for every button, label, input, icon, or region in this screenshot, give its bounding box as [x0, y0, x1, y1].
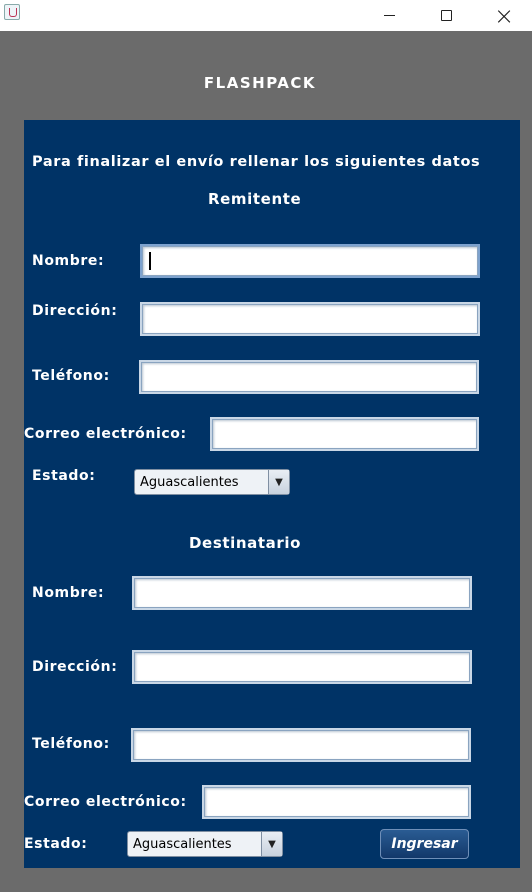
close-icon: × — [493, 1, 515, 30]
maximize-icon — [440, 10, 452, 21]
sender-heading: Remitente — [208, 190, 302, 208]
recipient-address-input[interactable] — [134, 652, 470, 682]
text-caret — [149, 252, 151, 270]
close-button[interactable]: × — [476, 0, 532, 31]
sender-state-select[interactable]: Aguascalientes ▼ — [134, 469, 290, 495]
chevron-down-icon[interactable]: ▼ — [268, 470, 289, 494]
recipient-phone-label: Teléfono: — [32, 736, 110, 752]
sender-email-input[interactable] — [212, 419, 477, 449]
window-title-bar: × — [0, 0, 532, 31]
sender-phone-input[interactable] — [141, 362, 477, 392]
recipient-email-label: Correo electrónico: — [24, 794, 187, 810]
recipient-name-label: Nombre: — [32, 585, 105, 601]
instructions-text: Para finalizar el envío rellenar los sig… — [32, 154, 481, 170]
maximize-button[interactable] — [418, 0, 474, 31]
ingresar-button[interactable]: Ingresar — [380, 829, 469, 859]
recipient-phone-input[interactable] — [133, 730, 469, 760]
recipient-state-select[interactable]: Aguascalientes ▼ — [127, 831, 283, 857]
recipient-name-input[interactable] — [134, 578, 470, 608]
sender-address-label: Dirección: — [32, 303, 118, 319]
recipient-email-input[interactable] — [204, 787, 469, 817]
minimize-icon — [383, 15, 395, 16]
recipient-heading: Destinatario — [189, 534, 302, 552]
sender-state-label: Estado: — [32, 468, 96, 484]
recipient-address-label: Dirección: — [32, 659, 118, 675]
sender-email-label: Correo electrónico: — [24, 426, 187, 442]
app-title: FLASHPACK — [203, 74, 317, 92]
sender-phone-label: Teléfono: — [32, 368, 110, 384]
chevron-down-icon[interactable]: ▼ — [261, 832, 282, 856]
minimize-button[interactable] — [361, 0, 417, 31]
sender-name-input[interactable] — [142, 246, 478, 276]
sender-name-label: Nombre: — [32, 253, 105, 269]
sender-state-value: Aguascalientes — [140, 475, 239, 490]
recipient-state-label: Estado: — [24, 836, 88, 852]
recipient-state-value: Aguascalientes — [133, 837, 232, 852]
sender-address-input[interactable] — [142, 304, 478, 334]
java-icon — [4, 4, 20, 20]
